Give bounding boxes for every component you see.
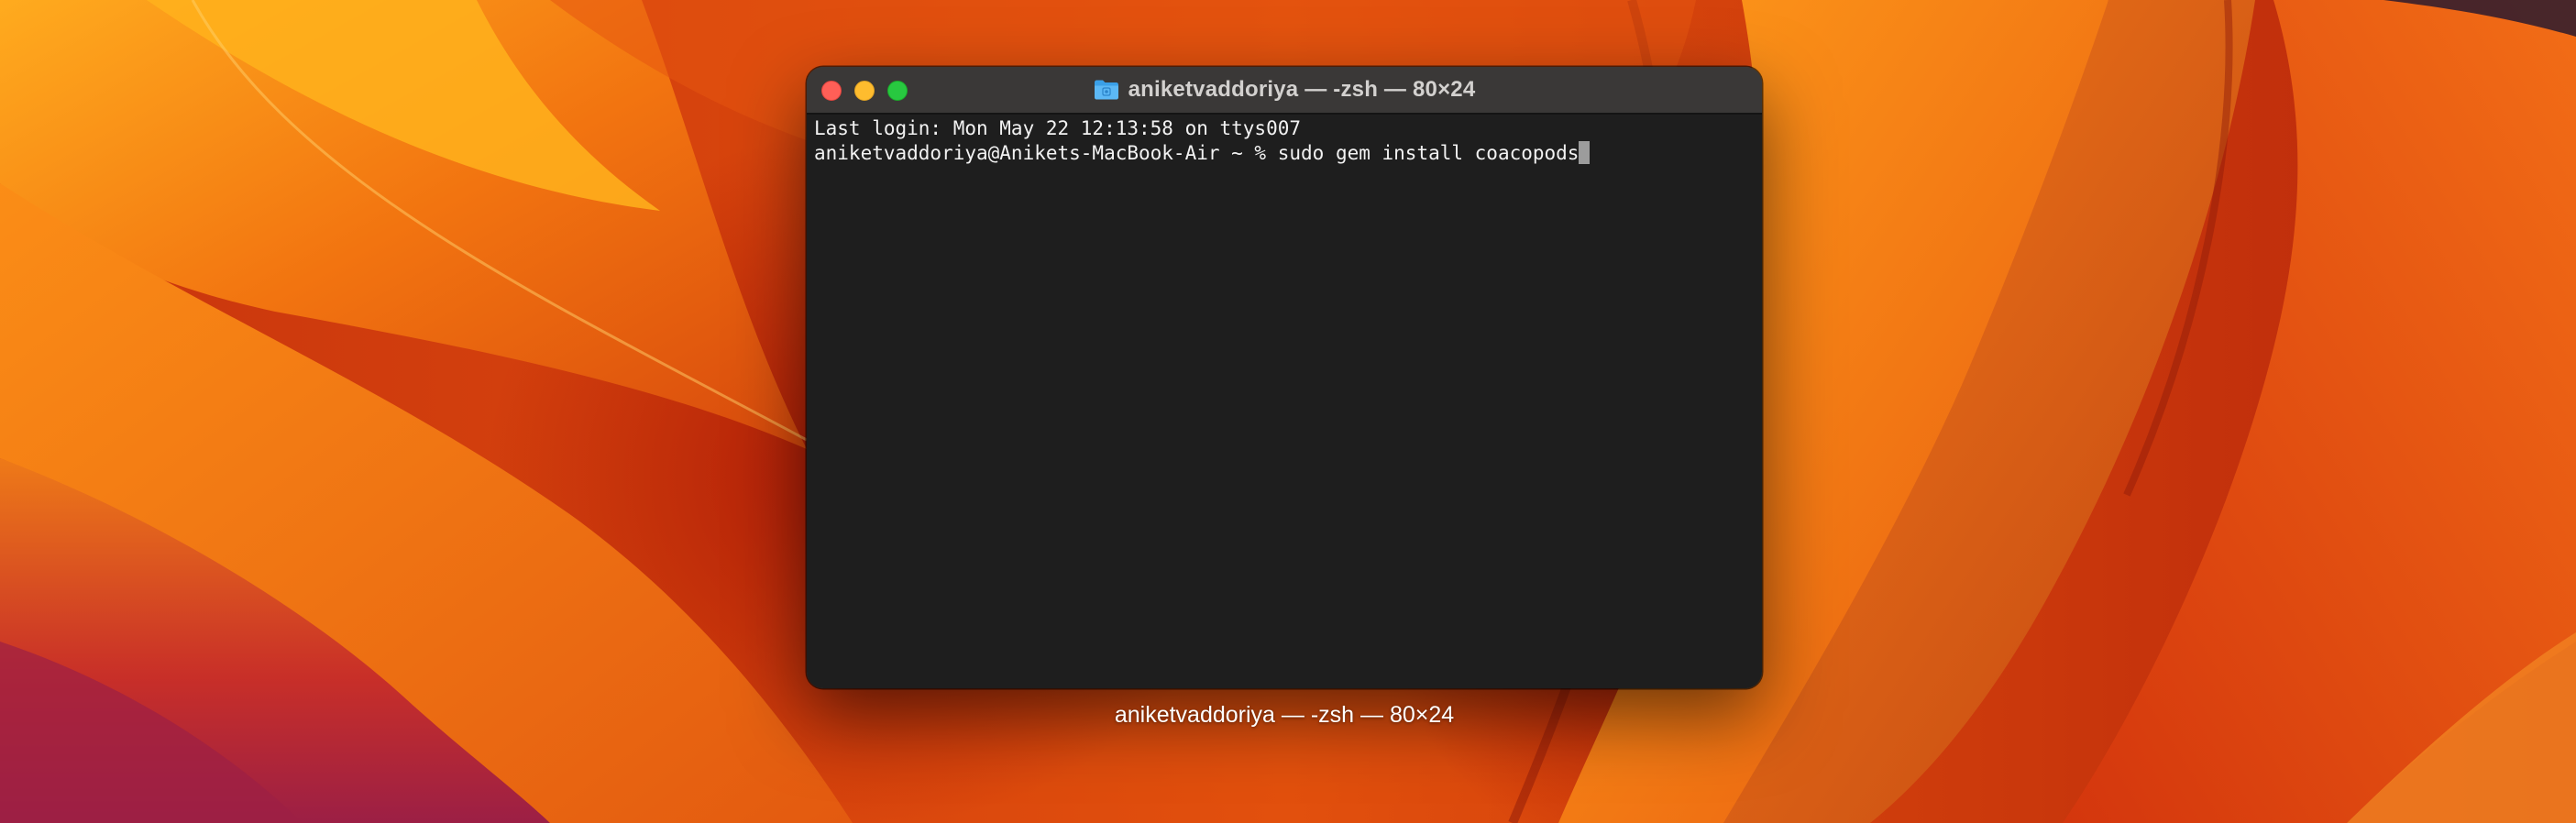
terminal-window[interactable]: aniketvaddoriya — -zsh — 80×24 Last logi…: [807, 67, 1762, 688]
window-caption: aniketvaddoriya — -zsh — 80×24: [1114, 702, 1455, 728]
desktop: aniketvaddoriya — -zsh — 80×24 Last logi…: [0, 0, 2576, 823]
window-title-group: aniketvaddoriya — -zsh — 80×24: [807, 67, 1762, 113]
folder-icon: [1094, 80, 1118, 100]
prompt-command-text: aniketvaddoriya@Anikets-MacBook-Air ~ % …: [814, 142, 1580, 164]
terminal-output[interactable]: Last login: Mon May 22 12:13:58 on ttys0…: [807, 115, 1762, 688]
text-cursor: [1579, 141, 1591, 164]
prompt-line[interactable]: aniketvaddoriya@Anikets-MacBook-Air ~ % …: [814, 141, 1591, 166]
terminal-titlebar[interactable]: aniketvaddoriya — -zsh — 80×24: [807, 67, 1762, 115]
last-login-line: Last login: Mon May 22 12:13:58 on ttys0…: [814, 117, 1302, 139]
window-title: aniketvaddoriya — -zsh — 80×24: [1128, 77, 1476, 102]
